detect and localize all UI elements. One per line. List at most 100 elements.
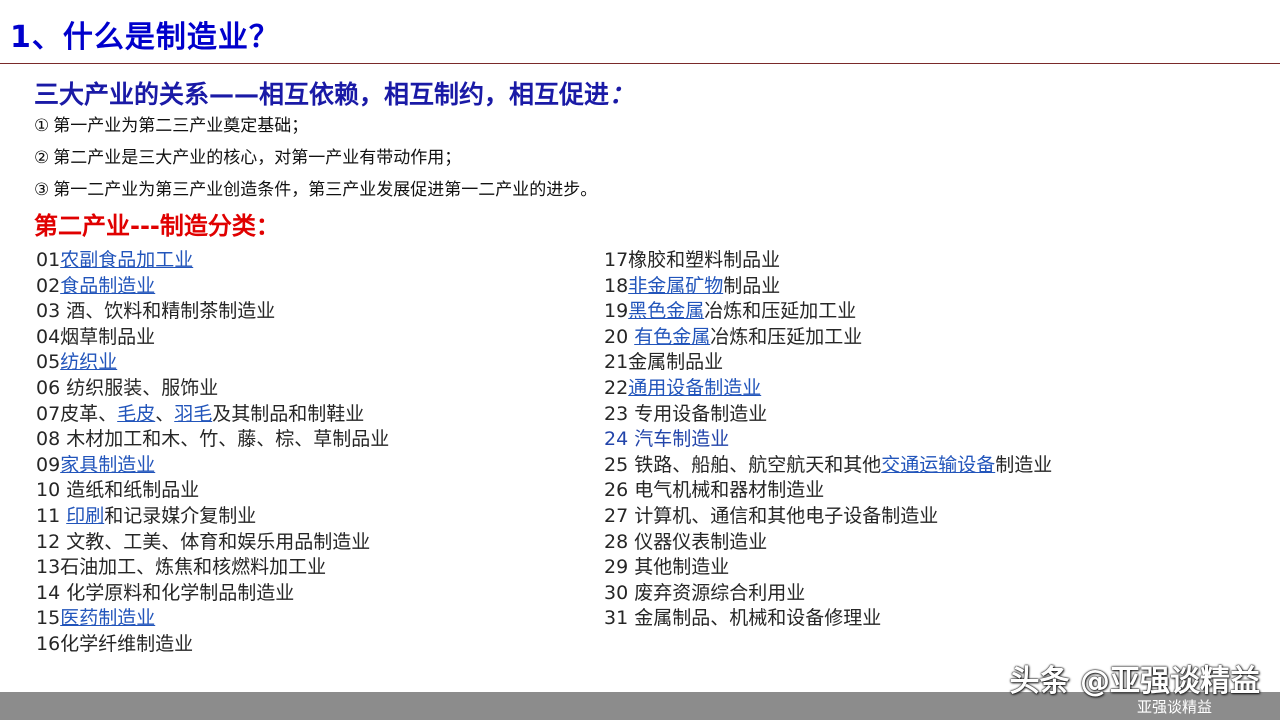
list-item: 25 铁路、船舶、航空航天和其他交通运输设备制造业: [604, 453, 1074, 479]
category-list-left: 01农副食品加工业 02食品制造业 03 酒、饮料和精制茶制造业 04烟草制品业…: [36, 248, 389, 658]
item-text: 19: [604, 300, 629, 323]
item-text: 11: [36, 504, 67, 527]
item-link[interactable]: 黑色金属: [628, 300, 704, 322]
item-text: 25 铁路、船舶、航空航天和其他: [604, 453, 882, 476]
list-item: 11 印刷和记录媒介复制业: [36, 504, 389, 530]
item-text: 17橡胶和塑料制品业: [604, 249, 781, 271]
item-text: 12 文教、工美、体育和娱乐用品制造业: [36, 530, 371, 553]
list-item: 05纺织业: [36, 350, 389, 376]
item-link[interactable]: 纺织业: [60, 351, 117, 373]
section-heading: 第二产业---制造分类：: [34, 212, 280, 240]
item-link[interactable]: 家具制造业: [60, 454, 155, 476]
relation-points: ① 第一产业为第二三产业奠定基础； ② 第二产业是三大产业的核心，对第一产业有带动作…: [34, 116, 597, 212]
item-text: 02: [36, 274, 61, 297]
item-text: 制品业: [723, 274, 781, 297]
point-text: 第一产业为第二三产业奠定基础；: [53, 116, 309, 136]
item-text: 29 其他制造业: [604, 556, 730, 579]
category-list-right: 17橡胶和塑料制品业 18非金属矿物制品业 19黑色金属冶炼和压延加工业 20 …: [604, 248, 1074, 632]
item-text: 14 化学原料和化学制品制造业: [36, 581, 295, 604]
item-text: 冶炼和压延加工业: [704, 300, 857, 323]
item-text: 18: [604, 274, 629, 297]
item-link[interactable]: 交通运输设备: [881, 454, 995, 476]
list-item: 01农副食品加工业: [36, 248, 389, 274]
item-text: 10 造纸和纸制品业: [36, 479, 200, 502]
item-text: 24 汽车制造业: [604, 428, 730, 451]
item-text: 08 木材加工和木、竹、藤、棕、草制品业: [36, 428, 390, 451]
item-text: 06 纺织服装、服饰业: [36, 376, 219, 399]
list-item: 24 汽车制造业: [604, 427, 1074, 453]
point-item: ② 第二产业是三大产业的核心，对第一产业有带动作用；: [34, 148, 597, 180]
list-item: 27 计算机、通信和其他电子设备制造业: [604, 504, 1074, 530]
slide: 1、什么是制造业？ 三大产业的关系——相互依赖，相互制约，相互促进： ① 第一产业…: [0, 0, 1280, 720]
item-text: 04烟草制品业: [36, 325, 156, 348]
list-item: 02食品制造业: [36, 274, 389, 300]
list-item: 14 化学原料和化学制品制造业: [36, 581, 389, 607]
list-item: 29 其他制造业: [604, 555, 1074, 581]
point-text: 第二产业是三大产业的核心，对第一产业有带动作用；: [53, 148, 462, 168]
item-text: 23 专用设备制造业: [604, 402, 768, 425]
item-text: 27 计算机、通信和其他电子设备制造业: [604, 504, 939, 527]
item-text: 15: [36, 607, 61, 630]
item-text: 制造业: [995, 453, 1053, 476]
item-link[interactable]: 食品制造业: [60, 275, 155, 297]
item-link[interactable]: 通用设备制造业: [628, 377, 761, 399]
point-number: ②: [34, 148, 50, 168]
list-item: 13石油加工、炼焦和核燃料加工业: [36, 555, 389, 581]
list-item: 26 电气机械和器材制造业: [604, 478, 1074, 504]
list-item: 06 纺织服装、服饰业: [36, 376, 389, 402]
watermark-sub: 亚强谈精益: [1136, 698, 1212, 716]
list-item: 20 有色金属冶炼和压延加工业: [604, 325, 1074, 351]
subtitle-text: 三大产业的关系——相互依赖，相互制约，相互促进: [34, 80, 610, 109]
item-text: 21金属制品业: [604, 351, 724, 374]
watermark-main: 头条 @亚强谈精益: [1009, 664, 1260, 699]
item-text: 20: [604, 325, 635, 348]
item-text: 05: [36, 351, 61, 374]
item-text: 13石油加工、炼焦和核燃料加工业: [36, 556, 327, 579]
list-item: 23 专用设备制造业: [604, 402, 1074, 428]
item-link[interactable]: 农副食品加工业: [60, 249, 193, 271]
list-item: 21金属制品业: [604, 350, 1074, 376]
list-item: 15医药制造业: [36, 606, 389, 632]
list-item: 04烟草制品业: [36, 325, 389, 351]
item-link[interactable]: 印刷: [66, 505, 104, 527]
list-item: 30 废弃资源综合利用业: [604, 581, 1074, 607]
subtitle: 三大产业的关系——相互依赖，相互制约，相互促进：: [34, 76, 634, 114]
list-item: 09家具制造业: [36, 453, 389, 479]
item-text: 09: [36, 453, 61, 476]
item-text: 22: [604, 376, 629, 399]
list-item: 19黑色金属冶炼和压延加工业: [604, 299, 1074, 325]
list-item: 16化学纤维制造业: [36, 632, 389, 658]
list-item: 28 仪器仪表制造业: [604, 530, 1074, 556]
point-text: 第一二产业为第三产业创造条件，第三产业发展促进第一二产业的进步。: [53, 180, 598, 200]
item-text: 07皮革、: [36, 402, 118, 425]
item-text: 及其制品和制鞋业: [212, 402, 365, 425]
title-divider: [0, 63, 1280, 64]
item-link[interactable]: 有色金属: [634, 326, 710, 348]
list-item: 03 酒、饮料和精制茶制造业: [36, 299, 389, 325]
item-text: 冶炼和压延加工业: [710, 325, 863, 348]
list-item: 07皮革、毛皮、羽毛及其制品和制鞋业: [36, 402, 389, 428]
item-text: 、: [155, 402, 175, 425]
item-link[interactable]: 非金属矿物: [628, 275, 723, 297]
list-item: 17橡胶和塑料制品业: [604, 248, 1074, 274]
subtitle-colon: ：: [609, 80, 635, 109]
list-item: 12 文教、工美、体育和娱乐用品制造业: [36, 530, 389, 556]
list-item: 18非金属矿物制品业: [604, 274, 1074, 300]
point-number: ①: [34, 116, 50, 136]
item-link[interactable]: 毛皮: [117, 403, 155, 425]
page-title: 1、什么是制造业？: [10, 20, 280, 55]
item-link[interactable]: 羽毛: [174, 403, 212, 425]
item-text: 01: [36, 249, 61, 271]
item-text: 和记录媒介复制业: [104, 504, 257, 527]
list-item: 22通用设备制造业: [604, 376, 1074, 402]
list-item: 31 金属制品、机械和设备修理业: [604, 606, 1074, 632]
item-text: 26 电气机械和器材制造业: [604, 479, 825, 502]
point-number: ③: [34, 180, 50, 200]
item-link[interactable]: 医药制造业: [60, 607, 155, 629]
item-text: 16化学纤维制造业: [36, 632, 194, 655]
item-text: 28 仪器仪表制造业: [604, 530, 768, 553]
list-item: 08 木材加工和木、竹、藤、棕、草制品业: [36, 427, 389, 453]
item-text: 31 金属制品、机械和设备修理业: [604, 607, 882, 630]
item-text: 03 酒、饮料和精制茶制造业: [36, 300, 276, 323]
point-item: ① 第一产业为第二三产业奠定基础；: [34, 116, 597, 148]
